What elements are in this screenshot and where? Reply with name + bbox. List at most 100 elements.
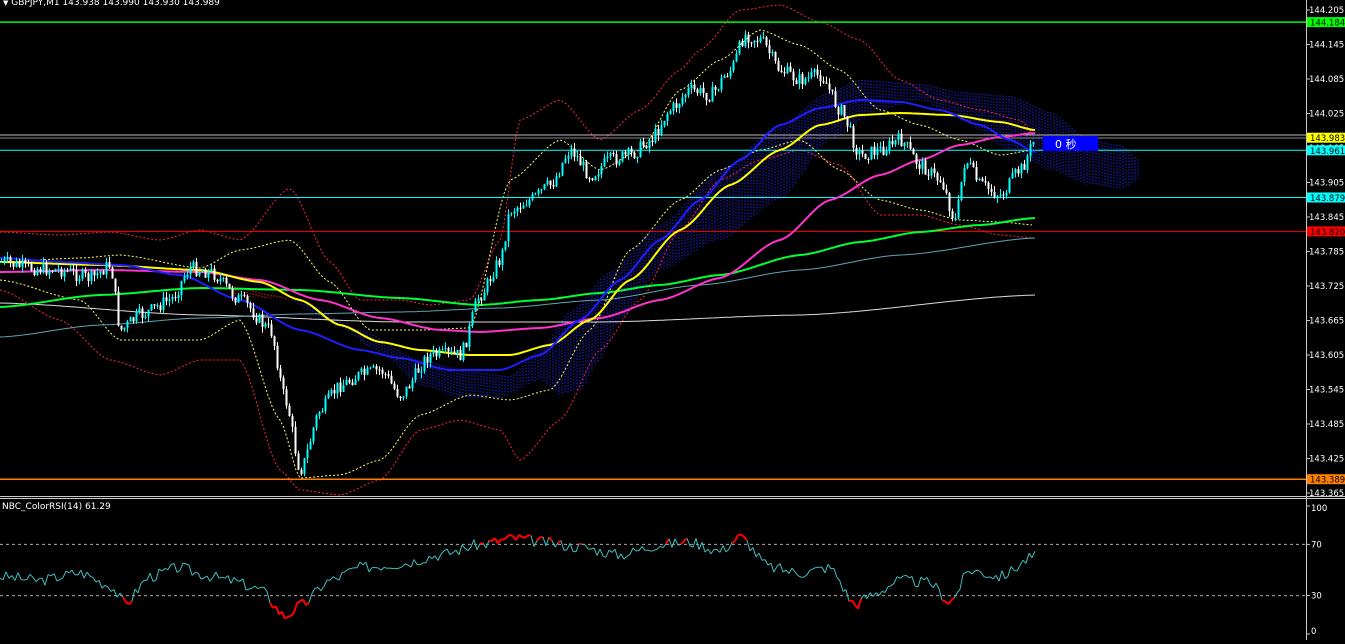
rsi-tick-label: 30 bbox=[1311, 592, 1322, 602]
candle-body bbox=[400, 397, 402, 399]
candle-body bbox=[778, 61, 780, 71]
candle-body bbox=[736, 54, 738, 62]
candle-body bbox=[775, 52, 777, 61]
candle-body bbox=[124, 328, 126, 330]
candle-body bbox=[796, 80, 798, 84]
candle-body bbox=[418, 368, 420, 372]
candle-body bbox=[52, 271, 54, 272]
candle-body bbox=[943, 182, 945, 189]
candle-body bbox=[1024, 164, 1026, 170]
collapse-arrow-icon[interactable]: ▼ bbox=[3, 0, 8, 7]
candle-body bbox=[49, 271, 51, 275]
candle-body bbox=[262, 314, 264, 327]
candle-body bbox=[46, 263, 48, 275]
candle-body bbox=[883, 147, 885, 155]
candle-body bbox=[175, 297, 177, 298]
candle-body bbox=[859, 151, 861, 155]
rsi-line-segment bbox=[651, 551, 654, 552]
candle-body bbox=[409, 387, 411, 389]
candle-body bbox=[658, 129, 660, 135]
candle-body bbox=[148, 310, 150, 317]
candle-body bbox=[187, 275, 189, 277]
candle-body bbox=[454, 351, 456, 353]
rsi-line-segment bbox=[480, 543, 483, 544]
candle-body bbox=[1, 262, 3, 263]
candle-body bbox=[1018, 169, 1020, 173]
candle-body bbox=[58, 269, 60, 270]
candle-body bbox=[250, 303, 252, 309]
candle-body bbox=[1027, 156, 1029, 170]
candle-body bbox=[532, 194, 534, 200]
candle-body bbox=[946, 189, 948, 193]
candle-body bbox=[103, 271, 105, 275]
candle-body bbox=[991, 189, 993, 192]
candle-body bbox=[43, 263, 45, 273]
candle-body bbox=[28, 262, 30, 263]
candle-body bbox=[121, 326, 123, 330]
candle-body bbox=[634, 153, 636, 159]
candle-body bbox=[163, 297, 165, 310]
rsi-line-segment bbox=[582, 544, 585, 545]
candle-body bbox=[649, 141, 651, 149]
candle-body bbox=[403, 397, 405, 399]
candle-body bbox=[334, 390, 336, 393]
candle-body bbox=[613, 153, 615, 154]
candle-body bbox=[412, 380, 414, 388]
candle-body bbox=[679, 104, 681, 108]
candle-body bbox=[937, 173, 939, 180]
candle-body bbox=[82, 270, 84, 279]
candle-body bbox=[460, 350, 462, 360]
candle-body bbox=[982, 179, 984, 182]
candle-body bbox=[355, 379, 357, 385]
trading-chart[interactable]: 144.205144.145144.085144.025143.965143.9… bbox=[0, 0, 1345, 640]
candle-body bbox=[421, 371, 423, 372]
price-tick-label: 143.905 bbox=[1309, 179, 1344, 189]
candle-body bbox=[670, 111, 672, 114]
candle-body bbox=[178, 295, 180, 298]
rsi-line-segment bbox=[732, 541, 735, 543]
candle-body bbox=[172, 297, 174, 300]
candle-body bbox=[241, 295, 243, 296]
candle-body bbox=[475, 301, 477, 312]
candle-body bbox=[874, 147, 876, 155]
candle-body bbox=[202, 271, 204, 272]
candle-body bbox=[919, 164, 921, 169]
candle-body bbox=[580, 156, 582, 165]
candle-body bbox=[16, 262, 18, 267]
candle-body bbox=[814, 70, 816, 73]
rsi-line-segment bbox=[390, 568, 393, 569]
rsi-line-segment bbox=[942, 600, 945, 601]
candle-body bbox=[586, 162, 588, 179]
rsi-tick-label: 70 bbox=[1311, 540, 1322, 550]
candle-body bbox=[763, 37, 765, 38]
candle-body bbox=[517, 208, 519, 212]
candle-body bbox=[925, 160, 927, 174]
chart-canvas[interactable]: 144.205144.145144.085144.025143.965143.9… bbox=[0, 0, 1345, 640]
candle-body bbox=[760, 38, 762, 42]
candle-body bbox=[109, 262, 111, 268]
candle-body bbox=[1003, 195, 1005, 196]
candle-body bbox=[331, 390, 333, 394]
candle-body bbox=[481, 299, 483, 300]
candle-body bbox=[352, 383, 354, 386]
candle-body bbox=[313, 428, 315, 442]
candle-body bbox=[478, 299, 480, 301]
candle-body bbox=[958, 200, 960, 218]
price-tag-label: 143.879 bbox=[1310, 194, 1345, 204]
candle-body bbox=[364, 369, 366, 375]
candle-body bbox=[253, 308, 255, 317]
candle-body bbox=[547, 181, 549, 185]
candle-body bbox=[835, 91, 837, 107]
candle-body bbox=[967, 163, 969, 168]
candle-body bbox=[625, 152, 627, 155]
candle-body bbox=[397, 389, 399, 397]
rsi-tick-label: 100 bbox=[1311, 504, 1327, 514]
candle-body bbox=[199, 272, 201, 276]
candle-body bbox=[589, 178, 591, 179]
candle-body bbox=[391, 376, 393, 384]
candle-body bbox=[577, 156, 579, 157]
candle-body bbox=[922, 160, 924, 169]
candle-body bbox=[115, 279, 117, 292]
symbol-ohlc-text: GBPJPY,M1 143.938 143.990 143.930 143.98… bbox=[11, 0, 220, 8]
candle-body bbox=[247, 296, 249, 303]
